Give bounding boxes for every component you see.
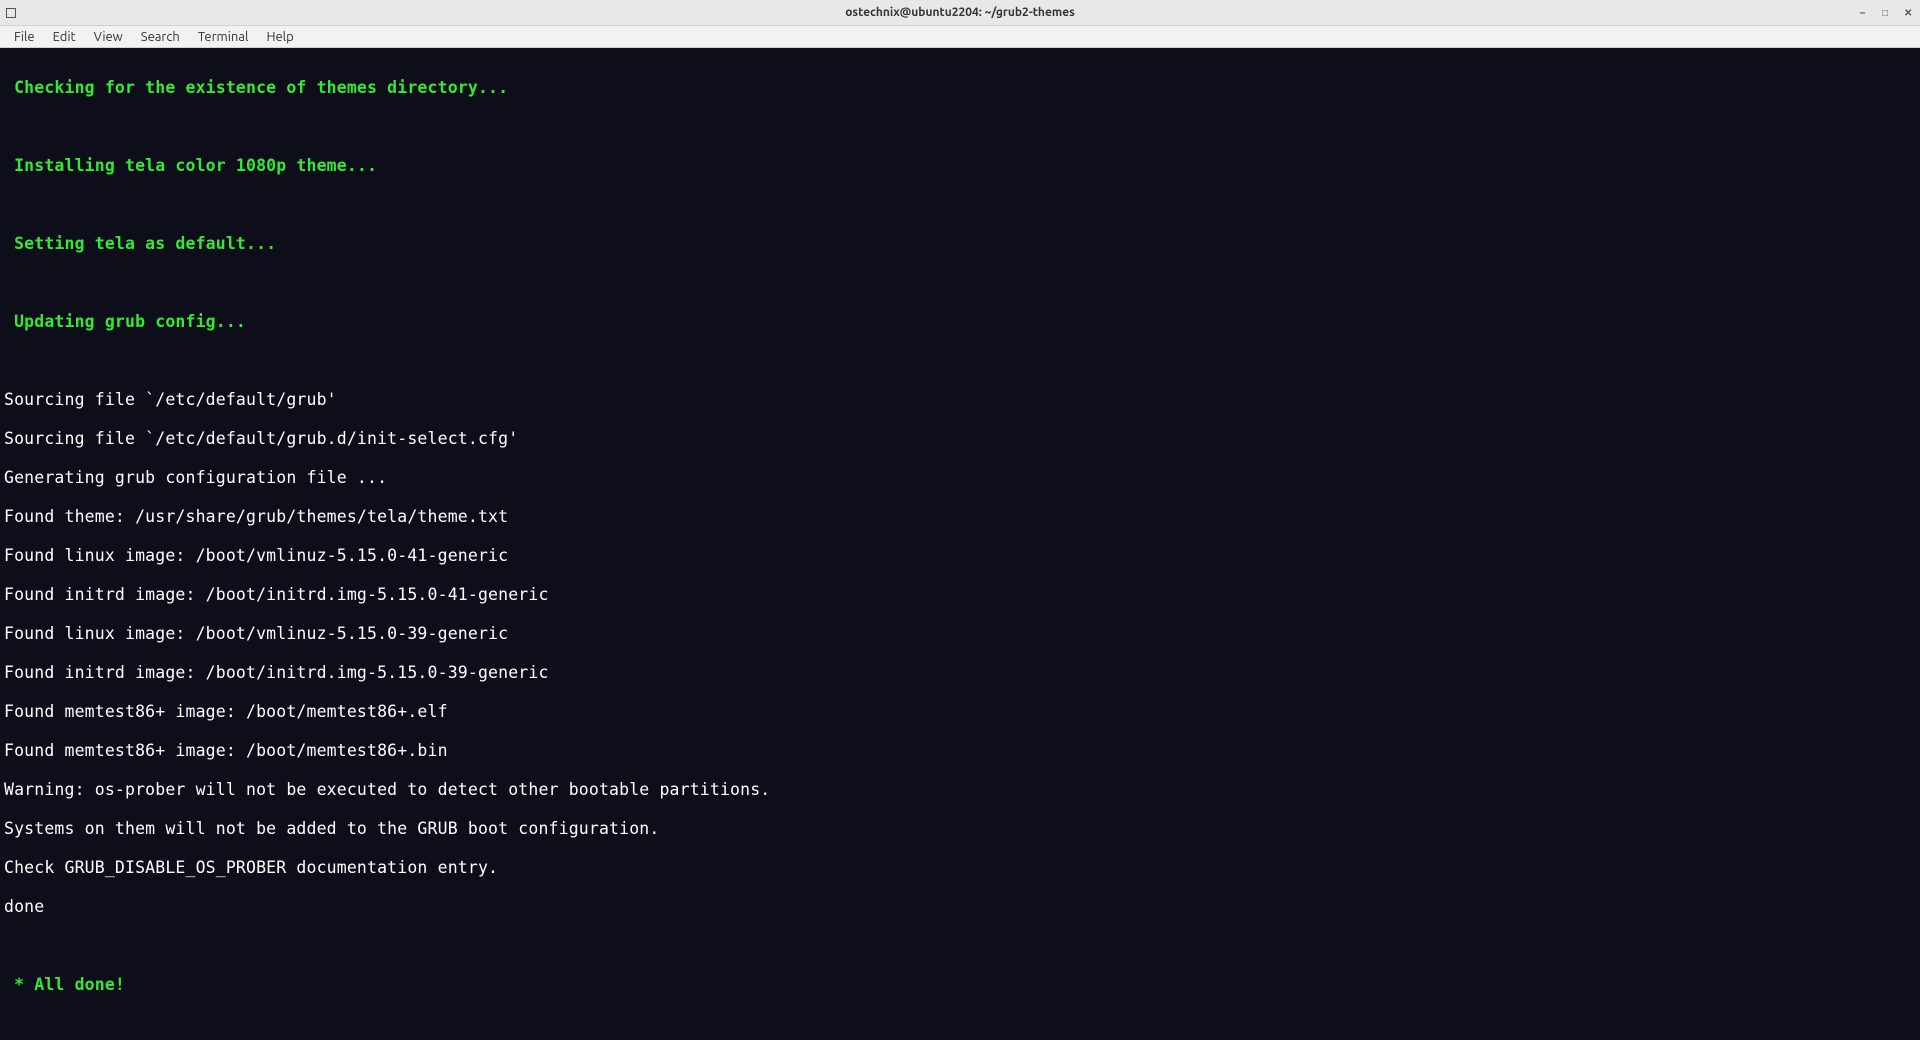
maximize-icon[interactable]: □ [1882, 8, 1892, 18]
minimize-icon[interactable]: – [1860, 8, 1870, 18]
blank-line [4, 117, 1916, 137]
status-line: Setting tela as default... [4, 234, 1916, 254]
output-line: done [4, 897, 1916, 917]
blank-line [4, 1014, 1916, 1034]
output-line: Sourcing file `/etc/default/grub.d/init-… [4, 429, 1916, 449]
status-line: Checking for the existence of themes dir… [4, 78, 1916, 98]
close-icon[interactable]: ✕ [1904, 8, 1914, 18]
status-line: Updating grub config... [4, 312, 1916, 332]
status-line: Installing tela color 1080p theme... [4, 156, 1916, 176]
window-titlebar: ostechnix@ubuntu2204: ~/grub2-themes – □… [0, 0, 1920, 26]
output-line: Found initrd image: /boot/initrd.img-5.1… [4, 585, 1916, 605]
menu-terminal[interactable]: Terminal [190, 28, 257, 46]
app-icon [6, 8, 16, 18]
menu-help[interactable]: Help [258, 28, 301, 46]
titlebar-left [6, 8, 16, 18]
output-line: Found linux image: /boot/vmlinuz-5.15.0-… [4, 624, 1916, 644]
menu-view[interactable]: View [86, 28, 131, 46]
menubar: File Edit View Search Terminal Help [0, 26, 1920, 48]
blank-line [4, 195, 1916, 215]
terminal-output[interactable]: Checking for the existence of themes dir… [0, 48, 1920, 1040]
output-line: Check GRUB_DISABLE_OS_PROBER documentati… [4, 858, 1916, 878]
output-line: Found memtest86+ image: /boot/memtest86+… [4, 702, 1916, 722]
output-line: Found memtest86+ image: /boot/memtest86+… [4, 741, 1916, 761]
done-line: * All done! [4, 975, 1916, 995]
blank-line [4, 351, 1916, 371]
output-line: Warning: os-prober will not be executed … [4, 780, 1916, 800]
output-line: Found linux image: /boot/vmlinuz-5.15.0-… [4, 546, 1916, 566]
blank-line [4, 936, 1916, 956]
output-line: Sourcing file `/etc/default/grub' [4, 390, 1916, 410]
menu-edit[interactable]: Edit [45, 28, 84, 46]
menu-search[interactable]: Search [133, 28, 188, 46]
menu-file[interactable]: File [6, 28, 43, 46]
output-line: Systems on them will not be added to the… [4, 819, 1916, 839]
window-title: ostechnix@ubuntu2204: ~/grub2-themes [845, 6, 1075, 19]
output-line: Found theme: /usr/share/grub/themes/tela… [4, 507, 1916, 527]
output-line: Found initrd image: /boot/initrd.img-5.1… [4, 663, 1916, 683]
window-controls: – □ ✕ [1860, 8, 1914, 18]
output-line: Generating grub configuration file ... [4, 468, 1916, 488]
blank-line [4, 273, 1916, 293]
